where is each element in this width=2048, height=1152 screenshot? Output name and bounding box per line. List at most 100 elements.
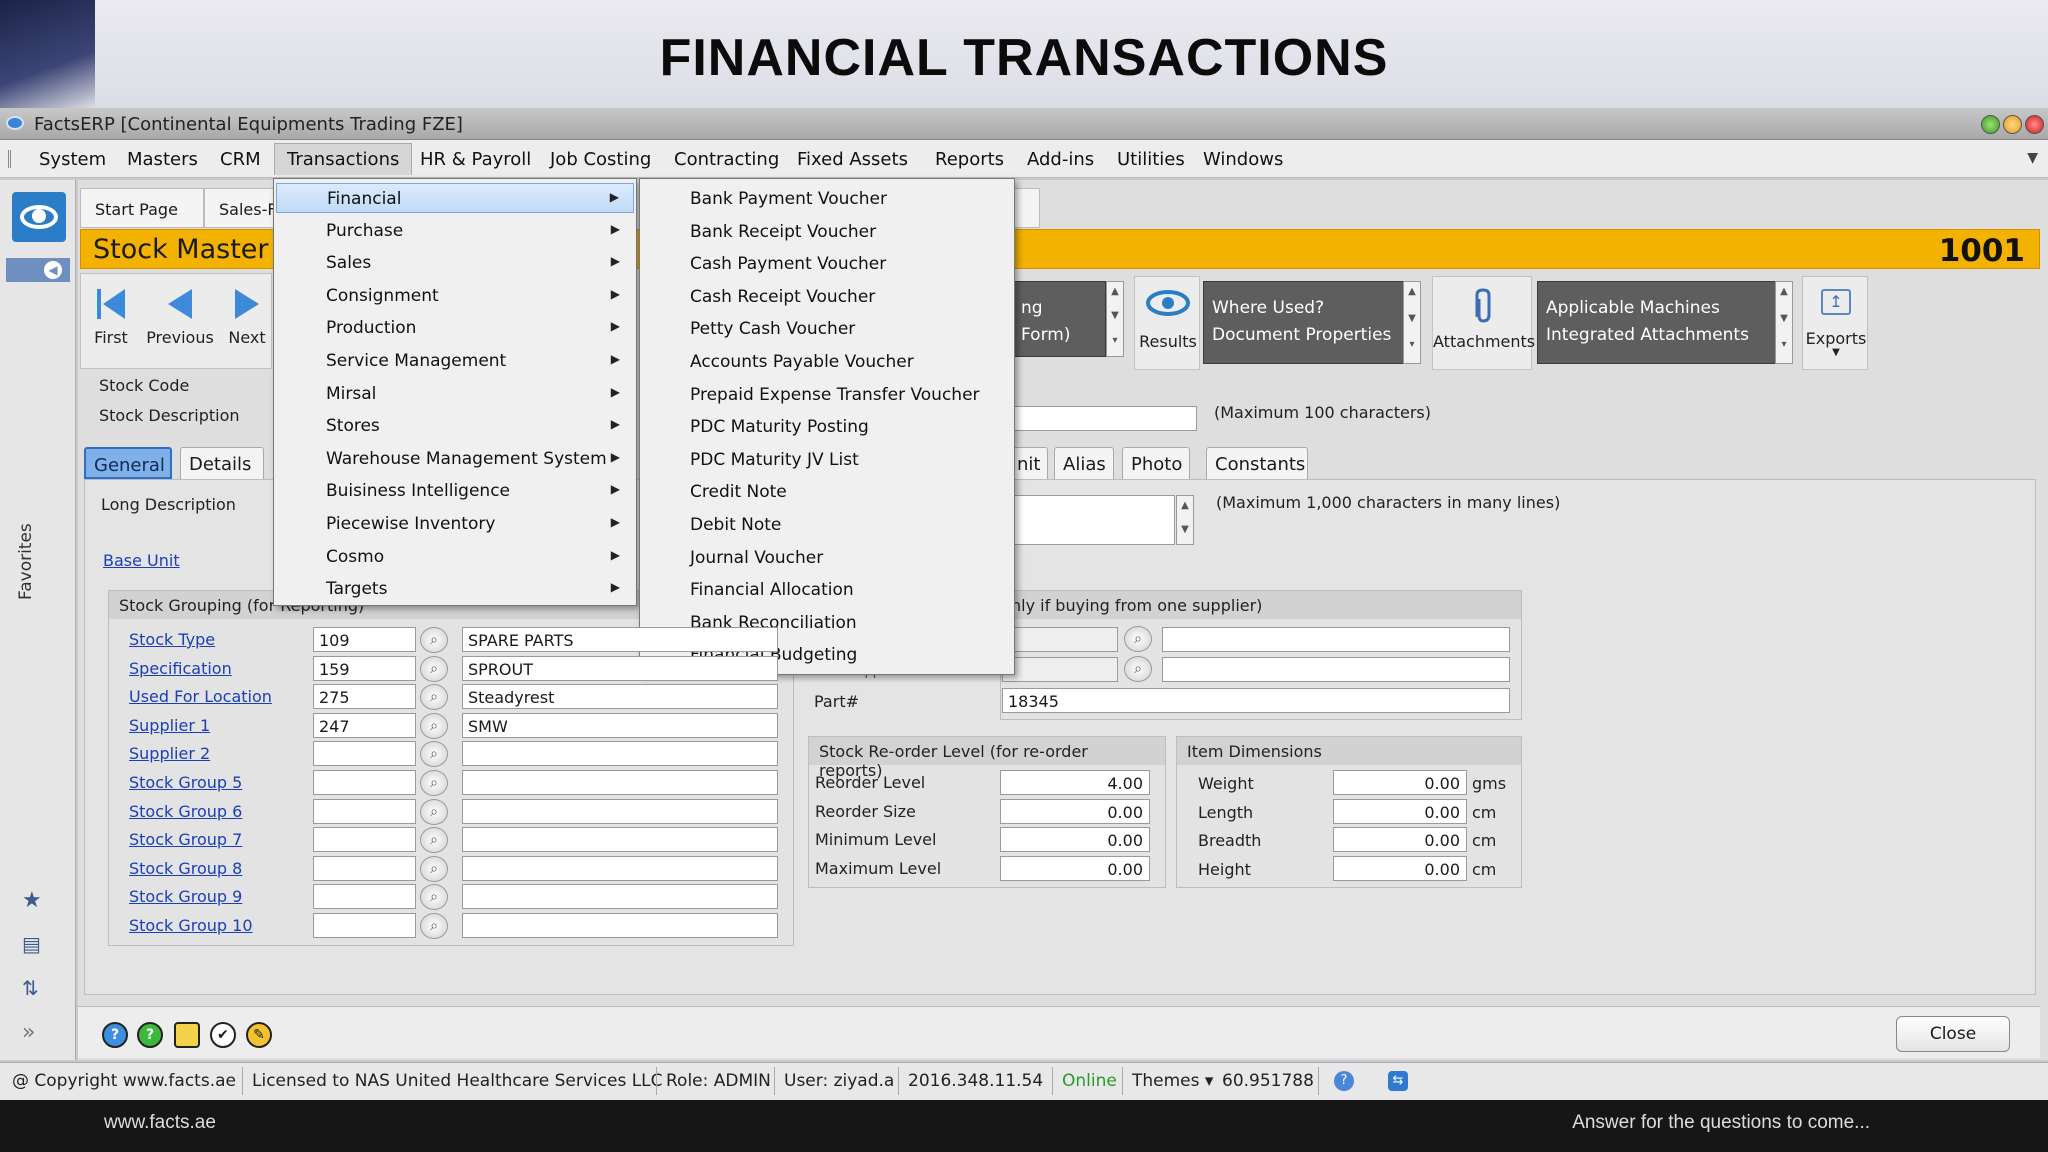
question-green-icon[interactable]: ? <box>137 1022 163 1048</box>
lookup-search-icon[interactable]: ⌕ <box>420 655 448 682</box>
note-icon[interactable] <box>174 1022 200 1048</box>
menu-item-buisiness-intelligence[interactable]: Buisiness Intelligence ▶ <box>276 476 634 506</box>
applicable-machines-dropdown[interactable]: Applicable Machines Integrated Attachmen… <box>1537 281 1777 364</box>
expand-panel-icon[interactable]: » <box>22 1020 35 1045</box>
results-button[interactable]: Results <box>1134 276 1200 370</box>
lookup-search-icon[interactable]: ⌕ <box>420 712 448 739</box>
submenu-item-debit-note[interactable]: Debit Note <box>690 515 781 535</box>
submenu-item-financial-allocation[interactable]: Financial Allocation <box>690 580 854 600</box>
grouping-code-input[interactable]: 275 <box>313 684 416 710</box>
grouping-link-stock-group-9[interactable]: Stock Group 9 <box>129 887 242 906</box>
submenu-item-petty-cash-voucher[interactable]: Petty Cash Voucher <box>690 319 855 339</box>
reorder-value-input[interactable]: 0.00 <box>1000 798 1150 824</box>
tab-general[interactable]: General <box>84 447 172 479</box>
supplier-part-code-input[interactable] <box>1002 657 1118 682</box>
menu-hr-payroll[interactable]: HR & Payroll <box>420 149 531 170</box>
supplier-code-input[interactable] <box>1002 627 1118 652</box>
grouping-code-input[interactable] <box>313 913 416 938</box>
favorite-star-icon[interactable]: ★ <box>22 888 42 913</box>
grouping-desc-input[interactable]: SMW <box>462 712 778 738</box>
submenu-item-bank-receipt-voucher[interactable]: Bank Receipt Voucher <box>690 222 876 242</box>
edit-pen-icon[interactable]: ✎ <box>246 1022 272 1048</box>
grouping-link-stock-group-7[interactable]: Stock Group 7 <box>129 830 242 849</box>
dimension-value-input[interactable]: 0.00 <box>1333 770 1467 795</box>
menu-reports[interactable]: Reports <box>935 149 1004 170</box>
grouping-code-input[interactable] <box>313 855 416 881</box>
grouping-desc-input[interactable] <box>462 913 778 938</box>
window-titlebar[interactable]: FactsERP [Continental Equipments Trading… <box>0 108 2048 140</box>
tab-details[interactable]: Details <box>180 447 264 479</box>
dimension-value-input[interactable]: 0.00 <box>1333 827 1467 853</box>
grouping-code-input[interactable] <box>313 827 416 853</box>
lookup-search-icon[interactable]: ⌕ <box>420 770 448 796</box>
menu-item-financial[interactable]: Financial ▶ <box>276 183 634 213</box>
menu-item-sales[interactable]: Sales ▶ <box>276 248 634 278</box>
eye-logo-icon[interactable] <box>12 192 66 242</box>
grouping-desc-input[interactable] <box>462 827 778 853</box>
grouping-code-input[interactable] <box>313 770 416 795</box>
grouping-code-input[interactable]: 109 <box>313 627 416 652</box>
submenu-item-prepaid-expense-transfer-voucher[interactable]: Prepaid Expense Transfer Voucher <box>690 385 980 405</box>
tab-constants[interactable]: Constants <box>1206 447 1308 479</box>
applicable-scroll[interactable]: ▲ ▼ ▾ <box>1775 281 1793 364</box>
teamviewer-icon[interactable]: ⇆ <box>1388 1071 1408 1091</box>
applicable-machines-item[interactable]: Applicable Machines <box>1546 295 1768 322</box>
submenu-item-cash-payment-voucher[interactable]: Cash Payment Voucher <box>690 254 886 274</box>
grouping-link-stock-group-8[interactable]: Stock Group 8 <box>129 859 242 878</box>
collapse-panel-button[interactable]: ◀ <box>6 258 70 282</box>
form-dropdown[interactable]: ng Form) <box>1012 281 1106 357</box>
menu-windows[interactable]: Windows <box>1203 149 1283 170</box>
reorder-value-input[interactable]: 0.00 <box>1000 827 1150 853</box>
submenu-item-pdc-maturity-posting[interactable]: PDC Maturity Posting <box>690 417 869 437</box>
lookup-search-icon[interactable]: ⌕ <box>420 798 448 825</box>
menu-system[interactable]: System <box>39 149 106 170</box>
submenu-item-bank-payment-voucher[interactable]: Bank Payment Voucher <box>690 189 887 209</box>
grouping-desc-input[interactable] <box>462 884 778 910</box>
menu-item-production[interactable]: Production ▶ <box>276 313 634 343</box>
integrated-attachments-item[interactable]: Integrated Attachments <box>1546 322 1768 349</box>
tab-active-stub[interactable] <box>1014 188 1040 228</box>
menu-utilities[interactable]: Utilities <box>1117 149 1185 170</box>
grouping-desc-input[interactable] <box>462 770 778 795</box>
themes-menu[interactable]: Themes ▾ <box>1132 1071 1213 1091</box>
where-used-item[interactable]: Where Used? <box>1212 295 1396 322</box>
where-used-dropdown[interactable]: Where Used? Document Properties <box>1203 281 1405 364</box>
lookup-search-icon[interactable]: ⌕ <box>420 627 448 653</box>
menu-item-piecewise-inventory[interactable]: Piecewise Inventory ▶ <box>276 509 634 539</box>
close-button[interactable]: Close <box>1896 1016 2010 1052</box>
previous-button[interactable]: Previous <box>145 286 215 347</box>
menu-contracting[interactable]: Contracting <box>674 149 779 170</box>
grouping-code-input[interactable]: 247 <box>313 712 416 738</box>
grouping-code-input[interactable] <box>313 884 416 910</box>
grouping-code-input[interactable] <box>313 741 416 767</box>
lookup-search-icon[interactable]: ⌕ <box>420 684 448 711</box>
long-description-input[interactable] <box>1010 495 1175 545</box>
tab-photo[interactable]: Photo <box>1122 447 1190 479</box>
grouping-code-input[interactable] <box>313 798 416 824</box>
exports-button[interactable]: ↥ Exports ▼ <box>1802 276 1868 370</box>
help-icon[interactable]: ? <box>102 1022 128 1048</box>
lookup-search-icon[interactable]: ⌕ <box>420 855 448 882</box>
grouping-desc-input[interactable] <box>462 798 778 824</box>
menu-item-warehouse-management-system[interactable]: Warehouse Management System ▶ <box>276 444 634 474</box>
grouping-link-stock-group-6[interactable]: Stock Group 6 <box>129 802 242 821</box>
menu-item-stores[interactable]: Stores ▶ <box>276 411 634 441</box>
supplier-part-search-icon[interactable]: ⌕ <box>1124 656 1152 682</box>
submenu-item-accounts-payable-voucher[interactable]: Accounts Payable Voucher <box>690 352 914 372</box>
next-button[interactable]: Next <box>227 286 267 347</box>
maximize-button[interactable] <box>1981 115 2000 134</box>
reorder-value-input[interactable]: 0.00 <box>1000 855 1150 881</box>
submenu-item-pdc-maturity-jv-list[interactable]: PDC Maturity JV List <box>690 450 859 470</box>
part-number-input[interactable]: 18345 <box>1002 688 1510 713</box>
reorder-value-input[interactable]: 4.00 <box>1000 770 1150 795</box>
grouping-link-supplier-2[interactable]: Supplier 2 <box>129 744 210 763</box>
menu-fixed-assets[interactable]: Fixed Assets <box>797 149 908 170</box>
menubar-overflow-icon[interactable]: ▼ <box>2027 150 2038 166</box>
grouping-link-supplier-1[interactable]: Supplier 1 <box>129 716 210 735</box>
menu-item-targets[interactable]: Targets ▶ <box>276 574 634 604</box>
long-description-scroll[interactable]: ▲ ▼ <box>1176 495 1194 545</box>
first-button[interactable]: First <box>89 286 133 347</box>
menu-masters[interactable]: Masters <box>127 149 198 170</box>
tab-start-page[interactable]: Start Page <box>80 188 204 228</box>
grouping-desc-input[interactable] <box>462 741 778 767</box>
